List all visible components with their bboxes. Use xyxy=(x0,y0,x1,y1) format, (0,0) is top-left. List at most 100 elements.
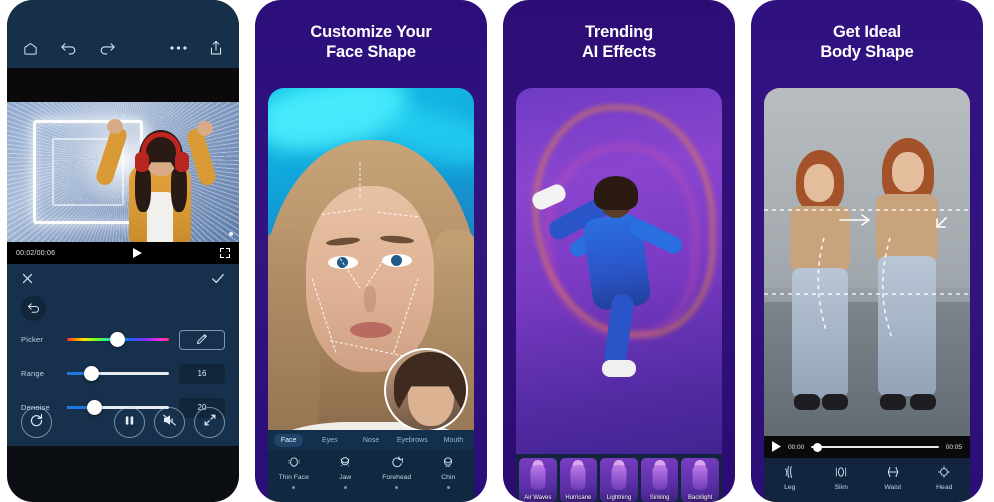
promo-title-line2: Face Shape xyxy=(326,43,416,62)
tool-chin[interactable]: Chin xyxy=(423,454,475,489)
screenshot-editor-screen: 00:02/00:06 Picker Range 16 Denoise 20 xyxy=(7,0,239,502)
body-tool-bar: Leg Slim Waist Head xyxy=(764,458,970,502)
fullscreen-icon[interactable] xyxy=(220,248,230,258)
pause-button[interactable] xyxy=(114,407,145,438)
effect-hurricane[interactable]: Hurricane xyxy=(559,458,598,502)
leg-icon xyxy=(783,464,797,479)
undo-icon[interactable] xyxy=(60,41,77,55)
promo-title-line2: AI Effects xyxy=(581,43,657,62)
tab-face[interactable]: Face xyxy=(268,433,309,447)
slider-value-range[interactable]: 16 xyxy=(179,363,225,384)
play-icon xyxy=(133,248,143,258)
mute-icon xyxy=(162,413,177,432)
tab-eyes[interactable]: Eyes xyxy=(309,437,350,444)
promo-title-line2: Body Shape xyxy=(820,43,914,62)
close-icon[interactable] xyxy=(21,272,34,287)
effect-label: Air Waves xyxy=(524,495,552,501)
jaw-icon xyxy=(338,454,352,470)
slider-label-range: Range xyxy=(21,369,45,378)
revert-button[interactable] xyxy=(21,296,46,321)
reset-button[interactable] xyxy=(21,407,52,438)
video-scrubber[interactable] xyxy=(811,441,939,453)
tool-label-head: Head xyxy=(936,484,953,491)
tool-thin-face[interactable]: Thin Face xyxy=(268,454,320,489)
tool-forehead[interactable]: Forehead xyxy=(371,454,423,489)
tool-label-slim: Slim xyxy=(834,484,848,491)
slider-row-picker[interactable]: Picker xyxy=(21,324,225,355)
tool-label-leg: Leg xyxy=(784,484,796,491)
editor-video-canvas[interactable] xyxy=(7,102,239,242)
promo-title-effects: Trending AI Effects xyxy=(503,0,735,86)
body-video-player: 00:00 00:05 xyxy=(764,436,970,458)
tool-label-thin-face: Thin Face xyxy=(278,474,309,481)
slider-track-picker[interactable] xyxy=(67,330,179,350)
check-icon[interactable] xyxy=(211,272,225,287)
redo-icon[interactable] xyxy=(99,41,116,55)
effect-sinking[interactable]: Sinking xyxy=(640,458,679,502)
canvas-handle-dot[interactable] xyxy=(229,232,233,236)
editor-action-buttons xyxy=(7,407,239,438)
tool-label-chin: Chin xyxy=(441,474,456,481)
effect-label: Lightning xyxy=(606,495,632,501)
ai-effects-preview: Air Waves Hurricane Lightning Sinking Ba… xyxy=(516,88,722,502)
play-icon[interactable] xyxy=(772,440,781,454)
current-time: 00:00 xyxy=(788,443,805,451)
total-time: 00:05 xyxy=(945,443,962,451)
tool-head[interactable]: Head xyxy=(919,464,971,491)
slider-knob-range[interactable] xyxy=(83,366,99,381)
play-button[interactable] xyxy=(55,248,220,258)
app-store-screenshot-gallery: 00:02/00:06 Picker Range 16 Denoise 20 C… xyxy=(0,0,994,502)
effect-label: Sinking xyxy=(649,495,670,501)
revert-icon xyxy=(27,300,40,318)
tool-indicator-dot xyxy=(292,486,296,489)
screenshot-body-shape: Get Ideal Body Shape 00:00 00:05 Leg Sli… xyxy=(751,0,983,502)
tool-waist[interactable]: Waist xyxy=(867,464,919,491)
head-icon xyxy=(937,464,951,479)
face-shape-preview: Face Eyes Nose Eyebrows Mouth Thin Face xyxy=(268,88,474,502)
tool-slim[interactable]: Slim xyxy=(816,464,868,491)
slim-icon xyxy=(834,464,848,479)
home-icon[interactable] xyxy=(23,41,38,56)
effect-backlight[interactable]: Backlight xyxy=(681,458,719,502)
playback-time: 00:02/00:06 xyxy=(16,249,56,257)
slider-knob-picker[interactable] xyxy=(109,332,125,347)
tool-leg[interactable]: Leg xyxy=(764,464,816,491)
more-icon[interactable] xyxy=(170,45,187,51)
face-tool-bar: Thin Face Jaw Forehead Chin xyxy=(268,450,474,502)
promo-title-line1: Get Ideal xyxy=(833,23,901,41)
slider-track-range[interactable] xyxy=(67,364,179,384)
tab-eyebrows[interactable]: Eyebrows xyxy=(392,437,433,444)
tool-label-jaw: Jaw xyxy=(339,474,352,481)
promo-title-line1: Customize Your xyxy=(310,23,432,41)
tab-nose[interactable]: Nose xyxy=(350,437,391,444)
effect-label: Backlight xyxy=(687,495,713,501)
editor-playback-bar: 00:02/00:06 xyxy=(7,242,239,264)
body-shape-preview: 00:00 00:05 Leg Slim Waist Head xyxy=(764,88,970,502)
tab-mouth[interactable]: Mouth xyxy=(433,437,474,444)
eyedropper-button[interactable] xyxy=(179,329,225,350)
tool-indicator-dot xyxy=(343,486,347,489)
screenshot-ai-effects: Trending AI Effects Air Waves Hurricane … xyxy=(503,0,735,502)
slider-label-picker: Picker xyxy=(21,335,44,344)
effect-lightning[interactable]: Lightning xyxy=(600,458,638,502)
rotate-icon xyxy=(29,413,44,433)
slider-row-range[interactable]: Range 16 xyxy=(21,358,225,389)
screenshot-face-shape: Customize Your Face Shape Face Eyes Nose… xyxy=(255,0,487,502)
export-icon[interactable] xyxy=(209,40,223,56)
tool-indicator-dot xyxy=(395,486,399,489)
expand-button[interactable] xyxy=(194,407,225,438)
promo-title-line1: Trending xyxy=(584,23,654,41)
adjust-panel-header xyxy=(21,264,225,294)
editor-letterbox xyxy=(7,68,239,102)
effects-carousel: Air Waves Hurricane Lightning Sinking Ba… xyxy=(516,454,722,502)
preview-thumbnail[interactable] xyxy=(384,348,468,432)
forehead-icon xyxy=(390,454,404,470)
mute-button[interactable] xyxy=(154,407,185,438)
effect-air-waves[interactable]: Air Waves xyxy=(519,458,557,502)
pause-icon xyxy=(123,414,136,432)
tool-indicator-dot xyxy=(446,486,450,489)
promo-title-face: Customize Your Face Shape xyxy=(255,0,487,86)
tool-jaw[interactable]: Jaw xyxy=(320,454,372,489)
chin-icon xyxy=(441,454,455,470)
waist-icon xyxy=(886,464,900,479)
